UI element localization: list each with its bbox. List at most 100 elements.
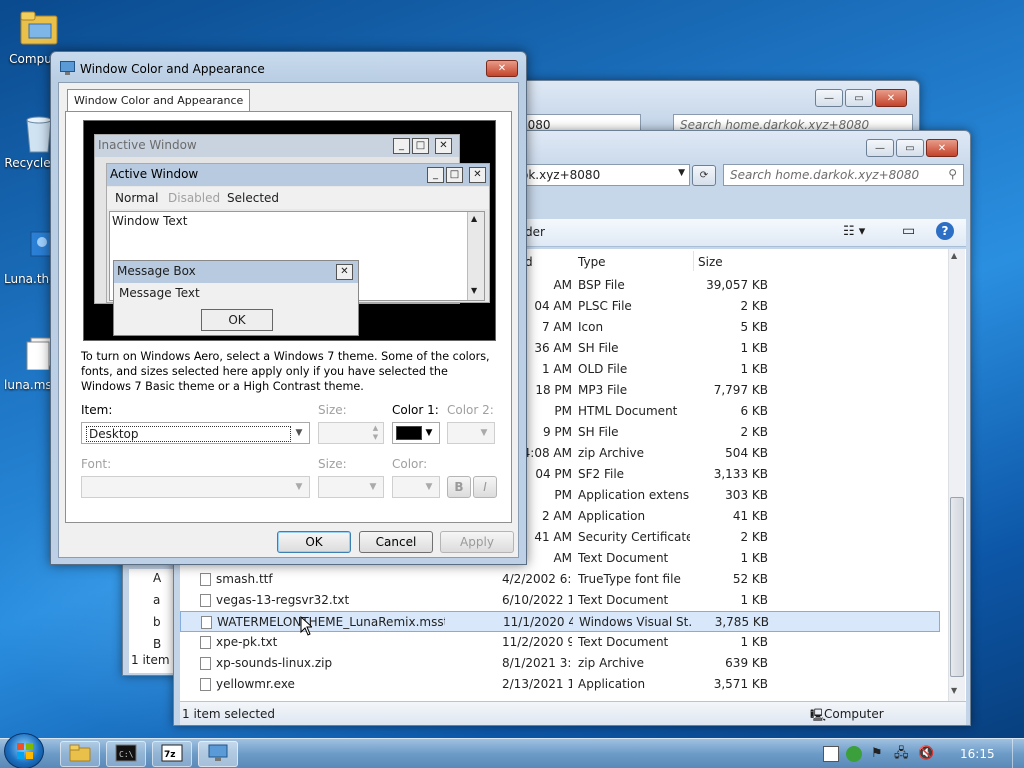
display-settings-icon	[60, 61, 75, 75]
preview-close-icon: ✕	[469, 167, 486, 183]
file-type: TrueType font file	[578, 572, 681, 586]
list-item[interactable]: a	[153, 593, 160, 607]
list-item[interactable]: b	[153, 615, 161, 629]
file-size: 2 KB	[740, 299, 768, 313]
minimize-button[interactable]: —	[815, 89, 843, 107]
maximize-button[interactable]: ▭	[845, 89, 873, 107]
taskbar-7zip[interactable]: 7z	[152, 741, 192, 767]
file-type: Application	[578, 677, 646, 691]
file-name: vegas-13-regsvr32.txt	[216, 593, 350, 607]
file-date: 2/13/2021 1:13 PM	[502, 677, 572, 691]
preview-close-icon: ✕	[435, 138, 452, 154]
chevron-down-icon: ▼	[295, 428, 303, 438]
chevron-down-icon[interactable]: ▼	[678, 168, 685, 178]
chevron-down-icon: ▼	[295, 482, 303, 492]
file-name: smash.ttf	[216, 572, 273, 586]
apply-button[interactable]: Apply	[440, 531, 514, 553]
file-size: 3,785 KB	[714, 615, 769, 629]
maximize-button[interactable]: ▭	[896, 139, 924, 157]
file-date: 6/10/2022 1:37 PM	[502, 593, 572, 607]
table-row[interactable]: xp-sounds-linux.zip 8/1/2021 3:35 PM zip A…	[180, 653, 940, 674]
file-type: Text Document	[578, 551, 669, 565]
tray-network-icon[interactable]: 🖧	[894, 746, 910, 762]
item-size-spinner[interactable]: ▲ ▼	[318, 422, 384, 444]
taskbar-cmd[interactable]: C:\	[106, 741, 146, 767]
file-date: 8/1/2021 3:35 PM	[502, 656, 572, 670]
file-name: xpe-pk.txt	[216, 635, 278, 649]
column-header-type[interactable]: Type	[578, 255, 606, 269]
cancel-button[interactable]: Cancel	[359, 531, 433, 553]
status-location: Computer	[824, 707, 884, 721]
toolbar-partial-label[interactable]: der	[525, 225, 545, 239]
taskbar-explorer[interactable]	[60, 741, 100, 767]
table-row[interactable]: vegas-13-regsvr32.txt 6/10/2022 1:37 PM Te…	[180, 590, 940, 611]
font-select[interactable]: ▼	[81, 476, 310, 498]
file-size: 1 KB	[740, 593, 768, 607]
view-options-icon[interactable]: ☷ ▾	[843, 224, 865, 239]
bold-button[interactable]: B	[447, 476, 471, 498]
file-type: Windows Visual St...	[579, 615, 691, 629]
file-icon	[200, 657, 211, 670]
preview-message-box: Message Box ✕ Message Text OK	[113, 260, 359, 336]
italic-button[interactable]: I	[473, 476, 497, 498]
close-button[interactable]: ✕	[486, 60, 518, 77]
start-button[interactable]	[4, 733, 44, 768]
color1-label: Color 1:	[392, 403, 439, 417]
file-type: Application	[578, 509, 646, 523]
help-icon[interactable]: ?	[936, 222, 954, 240]
close-button[interactable]: ✕	[926, 139, 958, 157]
file-size: 1 KB	[740, 635, 768, 649]
file-date: 4/2/2002 6:25 AM	[502, 572, 572, 586]
close-button[interactable]: ✕	[875, 89, 907, 107]
terminal-icon: C:\	[115, 744, 137, 765]
file-type: PLSC File	[578, 299, 632, 313]
file-type: zip Archive	[578, 446, 644, 460]
file-size: 1 KB	[740, 551, 768, 565]
preview-pane-icon[interactable]: ▭	[902, 223, 915, 239]
file-size: 639 KB	[725, 656, 768, 670]
table-row[interactable]: WATERMELONTHEME_LunaRemix.mssty... 11/1/2…	[180, 611, 940, 632]
item-select[interactable]: Desktop ▼	[81, 422, 310, 444]
preview-menu-bar: Normal Disabled Selected	[107, 187, 489, 209]
table-row[interactable]: xpe-pk.txt 11/2/2020 9:25 AM Text Document…	[180, 632, 940, 653]
address-bar[interactable]: ok.xyz+8080 ▼	[514, 164, 690, 186]
minimize-button[interactable]: —	[866, 139, 894, 157]
preview-maximize-icon: □	[446, 167, 463, 183]
ok-button[interactable]: OK	[277, 531, 351, 553]
list-item[interactable]: A	[153, 571, 161, 585]
color2-picker[interactable]: ▼	[447, 422, 495, 444]
list-item[interactable]: B	[153, 637, 161, 651]
column-header-size[interactable]: Size	[698, 255, 723, 269]
tray-flag-icon[interactable]: ⚑	[871, 746, 887, 762]
file-type: MP3 File	[578, 383, 628, 397]
folder-icon	[19, 8, 59, 48]
tray-security-icon[interactable]	[846, 746, 862, 762]
clock[interactable]: 16:15	[960, 747, 995, 761]
vertical-scrollbar[interactable]: ▲ ▼	[948, 249, 965, 701]
scrollbar-thumb[interactable]	[950, 497, 964, 677]
status-bar: 1 item selected 🖳 Computer	[180, 701, 966, 725]
refresh-button[interactable]: ⟳	[692, 165, 716, 186]
font-color-label: Color:	[392, 457, 428, 471]
file-size: 5 KB	[740, 320, 768, 334]
file-type: Text Document	[578, 635, 669, 649]
scroll-down-icon[interactable]: ▼	[951, 686, 957, 695]
search-icon[interactable]: ⚲	[948, 167, 957, 181]
display-settings-icon	[207, 744, 229, 765]
taskbar-display-settings[interactable]	[198, 741, 238, 767]
color1-picker[interactable]: ▼	[392, 422, 440, 444]
tab-window-color-appearance[interactable]: Window Color and Appearance	[67, 89, 251, 112]
font-size-select[interactable]: ▼	[318, 476, 384, 498]
tray-volume-muted-icon[interactable]: 🔇	[918, 746, 934, 762]
window-color-appearance-dialog[interactable]: Window Color and Appearance ✕ Window Col…	[50, 51, 527, 565]
show-desktop-button[interactable]	[1012, 739, 1024, 768]
table-row[interactable]: yellowmr.exe 2/13/2021 1:13 PM Application…	[180, 674, 940, 695]
scroll-up-icon[interactable]: ▲	[951, 251, 957, 260]
file-icon	[201, 616, 212, 629]
font-color-picker[interactable]: ▼	[392, 476, 440, 498]
table-row[interactable]: smash.ttf 4/2/2002 6:25 AM TrueType font f…	[180, 569, 940, 590]
tab-panel: Inactive Window _ □ ✕ Active Window _ □ …	[65, 111, 512, 523]
search-input[interactable]: Search home.darkok.xyz+8080 ⚲	[723, 164, 964, 186]
chevron-down-icon: ▼	[369, 482, 377, 492]
tray-notes-icon[interactable]	[823, 746, 839, 762]
